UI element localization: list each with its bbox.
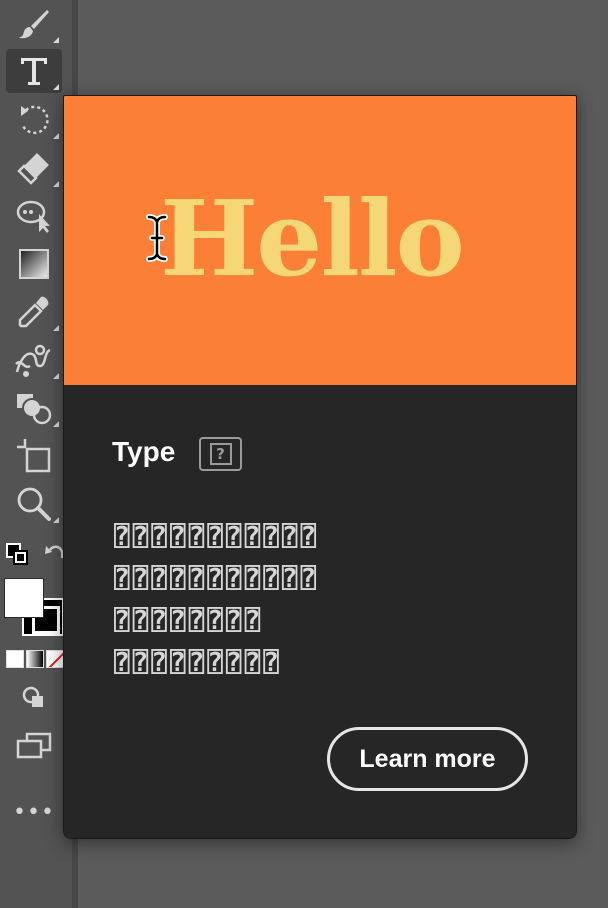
color-mode-buttons — [6, 650, 64, 668]
illustrator-workspace: ••• Hello Type ? ⍰⍰⍰⍰⍰⍰⍰⍰⍰⍰⍰ ⍰⍰⍰⍰⍰⍰⍰⍰⍰⍰⍰… — [0, 0, 608, 908]
tooltip-title: Type — [112, 436, 176, 467]
type-icon — [21, 58, 47, 85]
eyedropper-icon — [18, 296, 49, 328]
none-mode-button[interactable] — [46, 650, 64, 668]
default-fill-stroke-icon[interactable] — [5, 542, 29, 566]
screen-mode-icon — [16, 732, 52, 759]
eraser-icon — [17, 153, 49, 185]
rotate-icon — [21, 105, 49, 135]
gradient-mode-button[interactable] — [26, 650, 44, 668]
gradient-tool[interactable] — [6, 242, 62, 286]
shape-builder-tool[interactable] — [6, 386, 62, 430]
fill-color-swatch[interactable] — [4, 578, 44, 618]
artboard-tool[interactable] — [6, 434, 62, 478]
type-tool[interactable] — [6, 49, 62, 93]
gradient-icon — [19, 249, 49, 279]
puppet-warp-tool[interactable] — [6, 194, 62, 238]
artboard-icon — [17, 439, 51, 473]
hero-hello-text: Hello — [160, 177, 465, 300]
shortcut-key: ? — [209, 443, 232, 465]
description-line: ⍰⍰⍰⍰⍰⍰⍰⍰⍰⍰⍰ — [114, 522, 320, 552]
eraser-tool[interactable] — [6, 146, 62, 190]
rotate-tool[interactable] — [6, 98, 62, 142]
drawing-modes-button[interactable] — [6, 676, 62, 720]
tool-tooltip-card: Hello Type ? ⍰⍰⍰⍰⍰⍰⍰⍰⍰⍰⍰ ⍰⍰⍰⍰⍰⍰⍰⍰⍰⍰⍰ ⍰⍰⍰… — [63, 95, 577, 839]
blend-icon — [15, 344, 51, 377]
description-line: ⍰⍰⍰⍰⍰⍰⍰⍰ — [114, 606, 264, 636]
magnifier-icon — [17, 487, 51, 521]
tools-panel: ••• — [0, 0, 72, 908]
description-line: ⍰⍰⍰⍰⍰⍰⍰⍰⍰ — [114, 648, 282, 678]
shape-builder-icon — [17, 394, 52, 425]
paintbrush-tool[interactable] — [6, 2, 62, 46]
paintbrush-icon — [19, 10, 49, 39]
shortcut-badge: ? — [199, 437, 242, 471]
zoom-tool[interactable] — [6, 482, 62, 526]
more-icon: ••• — [13, 799, 55, 825]
edit-toolbar-button[interactable]: ••• — [6, 790, 62, 834]
description-line: ⍰⍰⍰⍰⍰⍰⍰⍰⍰⍰⍰ — [114, 564, 320, 594]
tooltip-hero-image: Hello — [64, 96, 576, 385]
eyedropper-tool[interactable] — [6, 290, 62, 334]
ibeam-cursor-icon — [146, 214, 168, 262]
learn-more-button[interactable]: Learn more — [327, 727, 528, 791]
puppet-warp-icon — [16, 200, 50, 233]
tooltip-description: ⍰⍰⍰⍰⍰⍰⍰⍰⍰⍰⍰ ⍰⍰⍰⍰⍰⍰⍰⍰⍰⍰⍰ ⍰⍰⍰⍰⍰⍰⍰⍰ ⍰⍰⍰⍰⍰⍰⍰… — [114, 516, 514, 684]
draw-mode-icon — [22, 686, 43, 707]
color-mode-button[interactable] — [6, 650, 24, 668]
screen-mode-button[interactable] — [6, 724, 62, 768]
blend-tool[interactable] — [6, 338, 62, 382]
